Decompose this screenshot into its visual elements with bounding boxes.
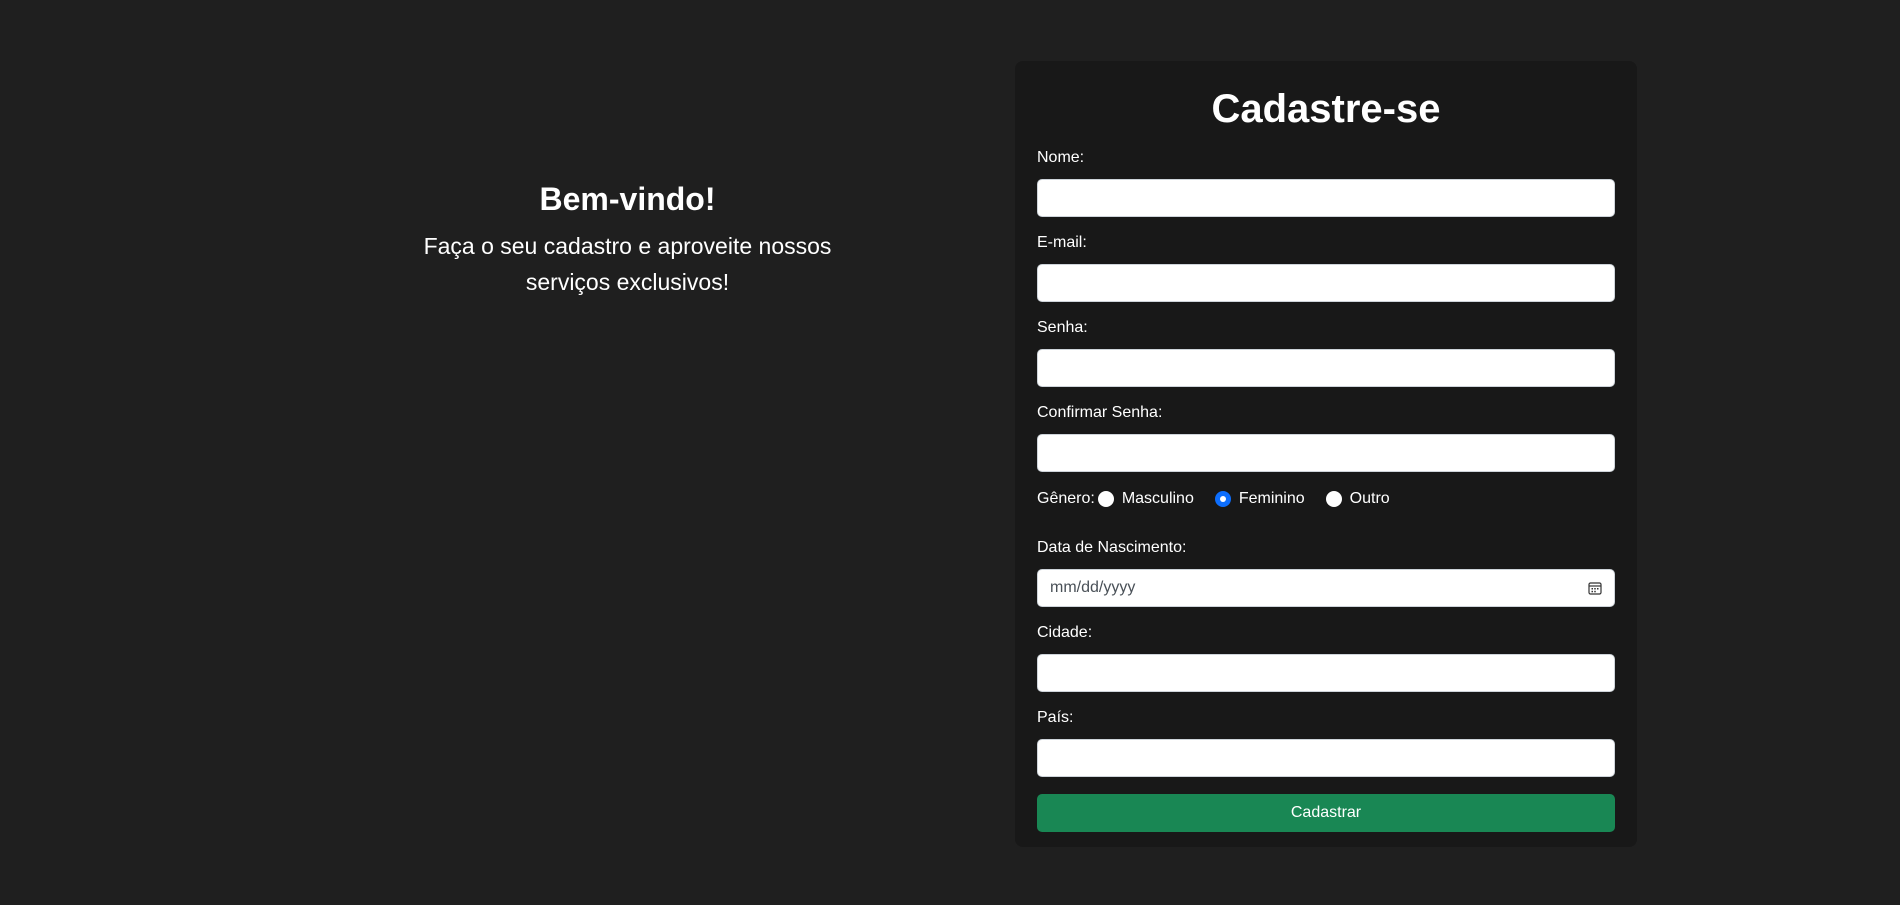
nome-input[interactable] (1037, 179, 1615, 217)
radio-outro-label[interactable]: Outro (1350, 490, 1390, 508)
radio-masculino[interactable]: Masculino (1095, 490, 1194, 508)
genero-group: Gênero: Masculino Feminino Outro (1037, 487, 1615, 511)
radio-masculino-label[interactable]: Masculino (1122, 490, 1194, 508)
cadastrar-button[interactable]: Cadastrar (1037, 794, 1615, 832)
field-confirmar-senha: Confirmar Senha: (1037, 402, 1615, 472)
data-nascimento-label: Data de Nascimento: (1037, 539, 1187, 556)
cidade-label: Cidade: (1037, 624, 1093, 641)
email-label: E-mail: (1037, 234, 1087, 251)
cidade-input[interactable] (1037, 654, 1615, 692)
calendar-icon[interactable] (1588, 581, 1602, 595)
data-nascimento-input[interactable]: mm/dd/yyyy (1037, 569, 1615, 607)
confirmar-senha-input[interactable] (1037, 434, 1615, 472)
senha-input[interactable] (1037, 349, 1615, 387)
registration-card: Cadastre-se Nome: E-mail: Senha: Confirm… (1015, 61, 1637, 847)
senha-label: Senha: (1037, 319, 1088, 336)
pais-input[interactable] (1037, 739, 1615, 777)
confirmar-senha-label: Confirmar Senha: (1037, 404, 1163, 421)
field-email: E-mail: (1037, 232, 1615, 302)
pais-label: País: (1037, 709, 1074, 726)
radio-outro-circle[interactable] (1325, 491, 1342, 507)
form-title: Cadastre-se (1211, 87, 1441, 131)
nome-label: Nome: (1037, 149, 1085, 166)
field-data-nascimento: Data de Nascimento: mm/dd/yyyy (1037, 537, 1615, 607)
genero-label: Gênero: (1037, 490, 1095, 507)
welcome-title: Bem-vindo! (539, 181, 716, 217)
radio-outro[interactable]: Outro (1323, 490, 1390, 508)
field-cidade: Cidade: (1037, 622, 1615, 692)
data-nascimento-placeholder: mm/dd/yyyy (1050, 579, 1136, 596)
email-input[interactable] (1037, 264, 1615, 302)
welcome-section: Bem-vindo! Faça o seu cadastro e aprovei… (385, 170, 870, 300)
field-pais: País: (1037, 707, 1615, 777)
radio-feminino-circle[interactable] (1214, 491, 1231, 507)
radio-masculino-circle[interactable] (1097, 491, 1114, 507)
page: Bem-vindo! Faça o seu cadastro e aprovei… (0, 0, 1900, 905)
welcome-text-line-2: serviços exclusivos! (525, 269, 730, 295)
welcome-text-line-1: Faça o seu cadastro e aproveite nossos (423, 233, 832, 259)
radio-feminino-label[interactable]: Feminino (1239, 490, 1305, 508)
radio-feminino[interactable]: Feminino (1212, 490, 1305, 508)
field-nome: Nome: (1037, 147, 1615, 217)
field-senha: Senha: (1037, 317, 1615, 387)
